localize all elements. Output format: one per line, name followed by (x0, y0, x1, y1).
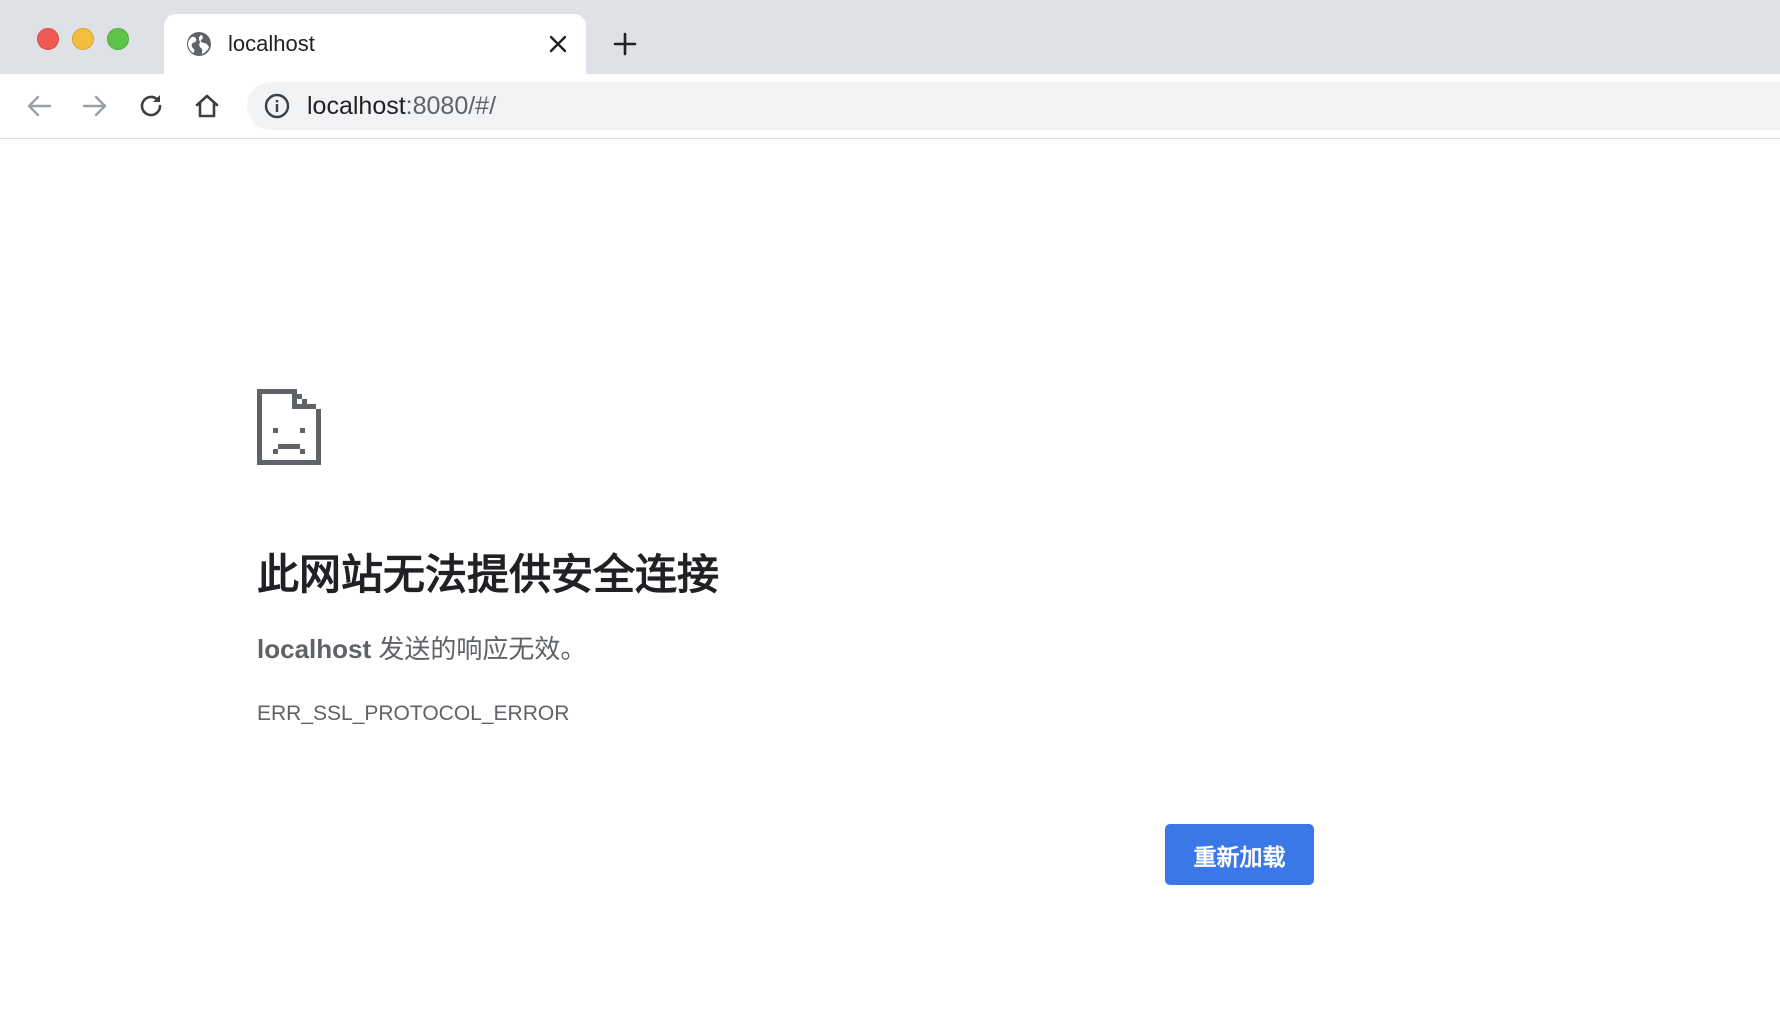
plus-icon[interactable] (610, 29, 640, 59)
window-minimize-button[interactable] (72, 28, 94, 50)
info-icon[interactable] (264, 93, 290, 119)
browser-toolbar: localhost:8080/#/ (0, 74, 1780, 139)
reload-icon[interactable] (135, 90, 167, 122)
sad-page-icon (257, 389, 321, 465)
arrow-right-icon[interactable] (79, 90, 111, 122)
error-description: localhost 发送的响应无效。 (257, 632, 586, 666)
arrow-left-icon[interactable] (23, 90, 55, 122)
error-page: 此网站无法提供安全连接 localhost 发送的响应无效。 ERR_SSL_P… (0, 139, 1780, 1020)
window-zoom-button[interactable] (107, 28, 129, 50)
tab-strip: localhost (0, 0, 1780, 74)
tab-localhost[interactable]: localhost (164, 14, 586, 74)
window-close-button[interactable] (37, 28, 59, 50)
url-host: localhost (307, 92, 406, 120)
close-icon[interactable] (545, 31, 571, 57)
url-path: :8080/#/ (405, 92, 497, 120)
error-description-host: localhost (257, 634, 372, 664)
home-icon[interactable] (191, 90, 223, 122)
url-text: localhost:8080/#/ (307, 92, 496, 120)
error-description-text: 发送的响应无效。 (371, 634, 587, 664)
reload-button[interactable]: 重新加载 (1165, 824, 1314, 885)
error-title: 此网站无法提供安全连接 (257, 551, 720, 598)
globe-icon (186, 31, 212, 57)
error-code: ERR_SSL_PROTOCOL_ERROR (257, 702, 570, 725)
address-bar[interactable]: localhost:8080/#/ (247, 82, 1780, 130)
tab-title: localhost (228, 31, 315, 56)
